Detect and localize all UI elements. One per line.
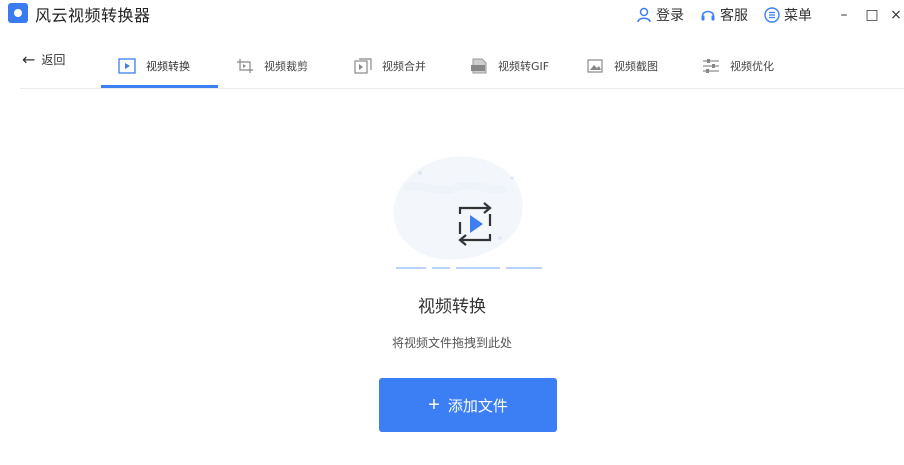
customer-service-button[interactable]: 客服	[700, 5, 748, 25]
decorative-line	[432, 267, 450, 269]
gif-icon	[470, 58, 488, 74]
drop-zone-title: 视频转换	[418, 297, 486, 317]
drop-zone-hint: 将视频文件拖拽到此处	[391, 336, 512, 350]
close-button[interactable]: ×	[888, 5, 904, 25]
add-file-label: 添加文件	[447, 397, 508, 415]
tab-label: 视频裁剪	[264, 60, 308, 73]
app-title: 风云视频转换器	[35, 6, 151, 25]
title-bar: 风云视频转换器 登录 客服 菜单 – □ ×	[0, 0, 904, 30]
tab-video-convert[interactable]: 视频转换	[118, 44, 190, 88]
tab-label: 视频合并	[382, 60, 426, 73]
menu-label: 菜单	[784, 8, 812, 24]
tab-video-crop[interactable]: 视频裁剪	[236, 44, 308, 88]
crop-icon	[236, 58, 254, 74]
maximize-button[interactable]: □	[860, 5, 884, 25]
login-button[interactable]: 登录	[636, 5, 684, 25]
app-logo-icon	[8, 3, 28, 23]
tab-video-merge[interactable]: 视频合并	[354, 44, 426, 88]
headset-icon	[701, 10, 715, 21]
play-square-icon	[118, 58, 136, 74]
decorative-line	[506, 267, 542, 269]
tab-label: 视频优化	[730, 60, 774, 73]
menu-button[interactable]: 菜单	[764, 5, 812, 25]
menu-icon	[764, 7, 780, 23]
toolbar-divider	[20, 88, 904, 89]
arrow-left-icon: ←	[22, 49, 36, 69]
add-file-button[interactable]: + 添加文件	[379, 378, 557, 432]
decorative-line	[396, 267, 426, 269]
convert-icon	[458, 202, 492, 246]
tab-video-optimize[interactable]: 视频优化	[702, 44, 774, 88]
tab-label: 视频转GIF	[498, 60, 550, 73]
decorative-line	[456, 267, 500, 269]
title-bar-actions: 登录 客服 菜单 – □ ×	[636, 0, 904, 30]
tab-video-screenshot[interactable]: 视频截图	[586, 44, 658, 88]
minimize-button[interactable]: –	[832, 5, 856, 25]
back-label: 返回	[41, 53, 66, 67]
screenshot-icon	[586, 58, 604, 74]
plus-icon: +	[428, 394, 440, 416]
merge-icon	[354, 58, 372, 74]
user-icon	[637, 7, 651, 23]
tab-label: 视频转换	[146, 60, 190, 73]
login-label: 登录	[656, 8, 684, 24]
tab-label: 视频截图	[614, 60, 658, 73]
back-button[interactable]: ← 返回	[22, 51, 65, 68]
sliders-icon	[702, 58, 720, 74]
customer-service-label: 客服	[720, 8, 748, 24]
tab-video-to-gif[interactable]: 视频转GIF	[470, 44, 549, 88]
